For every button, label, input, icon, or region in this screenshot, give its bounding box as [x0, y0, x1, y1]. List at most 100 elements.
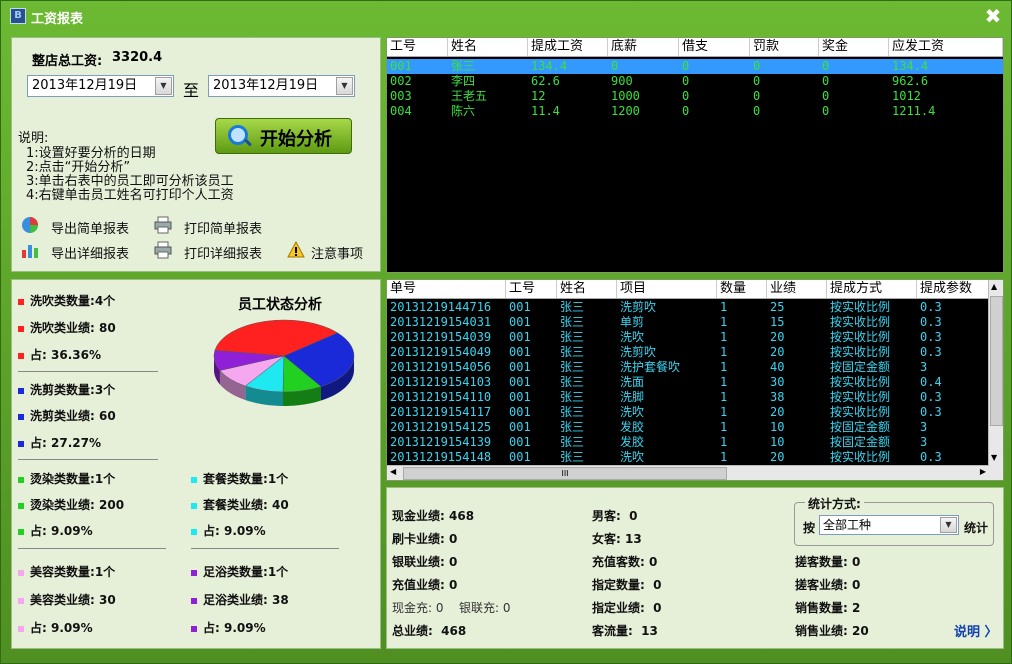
table-cell: 洗吹 [620, 405, 645, 419]
horizontal-scrollbar[interactable]: ◀ III ▶ [387, 465, 989, 480]
table-row[interactable]: 20131219154110 001 张三 洗脚 1 38 按实收比例 0.3 [387, 390, 989, 405]
table-cell: 38 [770, 390, 785, 404]
table-cell: 001 [509, 330, 531, 344]
column-header[interactable]: 奖金 [819, 38, 889, 56]
assigned-perf: 指定业绩: 0 [592, 601, 662, 615]
table-row[interactable]: 004 陈六 11.4 1200 0 0 0 1211.4 [387, 104, 1003, 119]
table-row[interactable]: 20131219154148 001 张三 洗吹 1 20 按实收比例 0.3 [387, 450, 989, 465]
scroll-thumb[interactable]: III [403, 467, 727, 480]
category-pie-chart [213, 319, 355, 406]
table-cell: 1 [720, 405, 728, 419]
column-header[interactable]: 项目 [617, 280, 717, 298]
table-row[interactable]: 20131219154056 001 张三 洗护套餐吹 1 40 按固定金额 3 [387, 360, 989, 375]
column-header[interactable]: 单号 [387, 280, 506, 298]
column-header[interactable]: 工号 [506, 280, 557, 298]
table-row[interactable]: 20131219144716 001 张三 洗剪吹 1 25 按实收比例 0.3 [387, 300, 989, 315]
scroll-left-icon[interactable]: ◀ [390, 467, 396, 476]
table-cell: 20131219154110 [390, 390, 492, 404]
table-header: 单号 工号 姓名 项目 数量 业绩 提成方式 提成参数 [387, 280, 989, 299]
legend-swatch [18, 413, 24, 420]
column-header[interactable]: 姓名 [557, 280, 617, 298]
table-row[interactable]: 20131219154139 001 张三 发胶 1 10 按固定金额 3 [387, 435, 989, 450]
table-cell: 1 [720, 315, 728, 329]
column-header[interactable]: 应发工资 [889, 38, 1003, 56]
table-cell: 0 [822, 104, 830, 118]
table-cell: 20 [770, 405, 785, 419]
column-header[interactable]: 借支 [679, 38, 750, 56]
recharge-perf: 充值业绩: 0 [392, 578, 458, 592]
window-title: 工资报表 [31, 12, 84, 27]
scroll-down-icon[interactable]: ▼ [991, 453, 997, 462]
export-simple-report[interactable]: 导出简单报表 [51, 218, 129, 237]
print-simple-report[interactable]: 打印简单报表 [184, 218, 262, 237]
table-cell: 1 [720, 435, 728, 449]
cash-perf: 现金业绩: 468 [392, 509, 475, 523]
chevron-down-icon[interactable]: ▼ [940, 517, 957, 533]
start-analysis-button[interactable]: 开始分析 [215, 118, 352, 154]
export-detail-report[interactable]: 导出详细报表 [51, 243, 129, 262]
date-from-picker[interactable]: 2013年12月19日 ▼ [27, 75, 174, 97]
stat-mode-title: 统计方式: [805, 495, 864, 512]
column-header[interactable]: 罚款 [750, 38, 819, 56]
job-type-select[interactable]: 全部工种 ▼ [819, 515, 959, 535]
column-header[interactable]: 工号 [387, 38, 448, 56]
title-bar[interactable]: B 工资报表 ✖ [1, 1, 1011, 31]
date-to-picker[interactable]: 2013年12月19日 ▼ [208, 75, 355, 97]
scroll-thumb[interactable] [990, 296, 1003, 426]
table-cell: 12 [531, 89, 546, 103]
table-row[interactable]: 20131219154117 001 张三 洗吹 1 20 按实收比例 0.3 [387, 405, 989, 420]
zuyu-pct-stat: 占: 9.09% [191, 619, 266, 636]
table-cell: 134.4 [892, 59, 929, 73]
table-cell: 张三 [560, 420, 585, 434]
xichui-perf-stat: 洗吹类业绩: 80 [18, 319, 116, 336]
table-cell: 张三 [560, 390, 585, 404]
table-cell: 洗吹 [620, 330, 645, 344]
print-detail-report[interactable]: 打印详细报表 [184, 243, 262, 262]
legend-swatch [191, 528, 197, 535]
table-row[interactable]: 20131219154103 001 张三 洗面 1 30 按实收比例 0.4 [387, 375, 989, 390]
column-header[interactable]: 姓名 [448, 38, 528, 56]
scroll-right-icon[interactable]: ▶ [980, 467, 986, 476]
table-row[interactable]: 002 李四 62.6 900 0 0 0 962.6 [387, 74, 1003, 89]
divider [18, 459, 158, 460]
xichui-pct-stat: 占: 36.36% [18, 346, 101, 363]
column-header[interactable]: 底薪 [608, 38, 679, 56]
notice-link[interactable]: 注意事项 [311, 243, 363, 262]
chevron-down-icon[interactable]: ▼ [155, 77, 172, 95]
table-cell: 001 [509, 345, 531, 359]
column-header[interactable]: 业绩 [767, 280, 827, 298]
table-cell: 11.4 [531, 104, 560, 118]
table-cell: 001 [509, 315, 531, 329]
column-header[interactable]: 提成参数 [917, 280, 989, 298]
xichui-count-stat: 洗吹类数量:4个 [18, 292, 115, 309]
table-cell: 1211.4 [892, 104, 936, 118]
table-cell: 按实收比例 [830, 405, 891, 419]
table-row[interactable]: 20131219154031 001 张三 单剪 1 15 按实收比例 0.3 [387, 315, 989, 330]
legend-swatch [18, 387, 24, 394]
column-header[interactable]: 提成方式 [827, 280, 917, 298]
table-cell: 1 [720, 330, 728, 344]
table-row[interactable]: 20131219154049 001 张三 洗剪吹 1 20 按实收比例 0.3 [387, 345, 989, 360]
help-link[interactable]: 说明 〉 [954, 621, 998, 640]
chevron-down-icon[interactable]: ▼ [336, 77, 353, 95]
table-cell: 001 [509, 360, 531, 374]
table-cell: 1 [720, 300, 728, 314]
table-cell: 洗护套餐吹 [620, 360, 681, 374]
table-cell: 0 [682, 89, 690, 103]
column-header[interactable]: 数量 [717, 280, 767, 298]
table-cell: 按实收比例 [830, 375, 891, 389]
table-row[interactable]: 001 张三 134.4 0 0 0 0 134.4 [387, 59, 1003, 74]
table-row[interactable]: 20131219154125 001 张三 发胶 1 10 按固定金额 3 [387, 420, 989, 435]
table-cell: 李四 [451, 74, 476, 88]
table-cell: 62.6 [531, 74, 560, 88]
scroll-up-icon[interactable]: ▲ [991, 282, 997, 291]
vertical-scrollbar[interactable]: ▲ ▼ [988, 280, 1003, 480]
close-button[interactable]: ✖ [982, 5, 1004, 27]
column-header[interactable]: 提成工资 [528, 38, 608, 56]
table-cell: 20131219154103 [390, 375, 492, 389]
table-cell: 0.3 [920, 330, 942, 344]
legend-swatch [191, 625, 197, 632]
table-row[interactable]: 003 王老五 12 1000 0 0 0 1012 [387, 89, 1003, 104]
table-cell: 0.3 [920, 300, 942, 314]
table-row[interactable]: 20131219154039 001 张三 洗吹 1 20 按实收比例 0.3 [387, 330, 989, 345]
